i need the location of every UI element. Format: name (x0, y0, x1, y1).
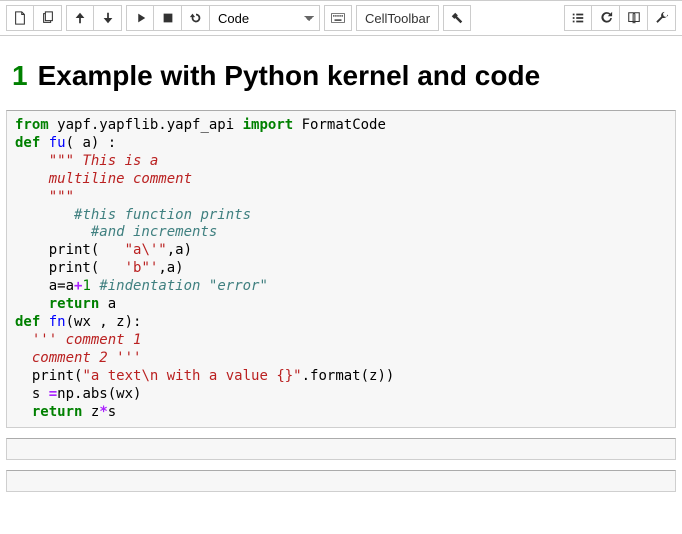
empty-cell-2[interactable] (6, 470, 676, 492)
page-title: 1 Example with Python kernel and code (12, 60, 670, 92)
list-button[interactable] (564, 5, 592, 31)
heading-number: 1 (12, 60, 28, 91)
book-button[interactable] (620, 5, 648, 31)
heading-text: Example with Python kernel and code (38, 60, 541, 91)
stop-button[interactable] (154, 5, 182, 31)
code-block: from yapf.yapflib.yapf_api import Format… (15, 117, 667, 421)
refresh-button[interactable] (592, 5, 620, 31)
notebook-content: 1 Example with Python kernel and code fro… (0, 36, 682, 512)
move-down-button[interactable] (94, 5, 122, 31)
move-up-button[interactable] (66, 5, 94, 31)
empty-cell-1[interactable] (6, 438, 676, 460)
copy-button[interactable] (34, 5, 62, 31)
restart-button[interactable] (182, 5, 210, 31)
toolbar: Code CellToolbar (0, 0, 682, 36)
insert-below-button[interactable] (6, 5, 34, 31)
celltoolbar-button[interactable]: CellToolbar (356, 5, 439, 31)
code-cell[interactable]: from yapf.yapflib.yapf_api import Format… (6, 110, 676, 428)
run-button[interactable] (126, 5, 154, 31)
hammer-button[interactable] (443, 5, 471, 31)
keyboard-button[interactable] (324, 5, 352, 31)
celltype-select[interactable]: Code (210, 5, 320, 31)
wrench-button[interactable] (648, 5, 676, 31)
